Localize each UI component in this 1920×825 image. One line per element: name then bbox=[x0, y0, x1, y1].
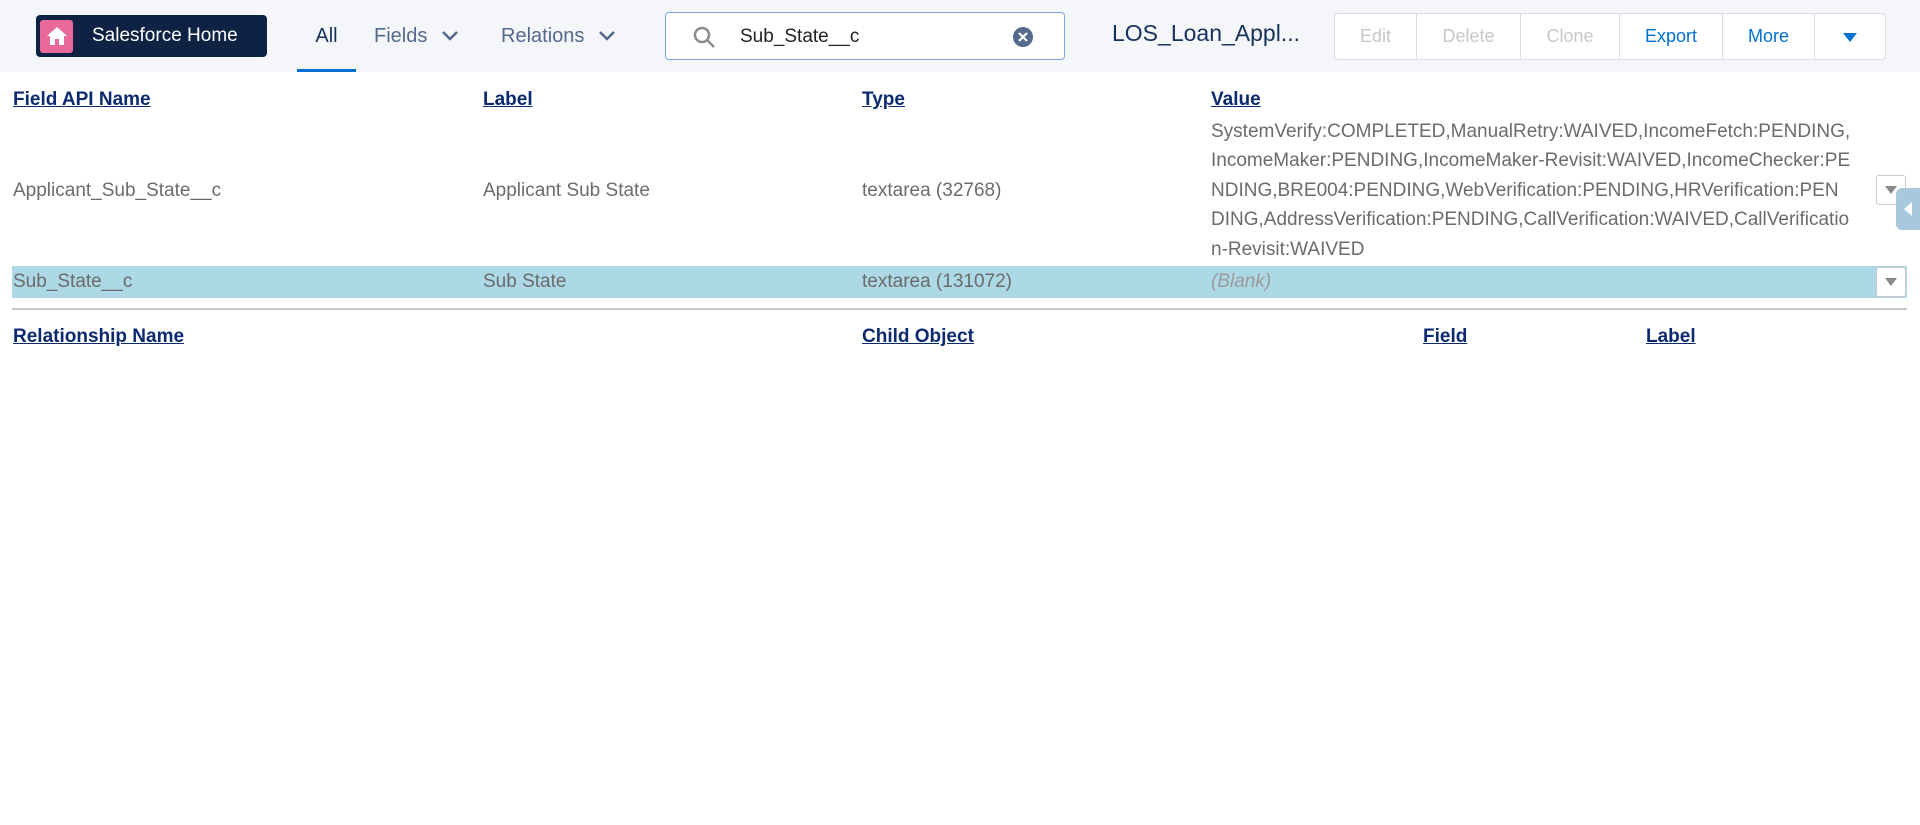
side-panel-toggle[interactable] bbox=[1896, 188, 1920, 230]
row1-api-name: Applicant_Sub_State__c bbox=[13, 180, 222, 201]
row2-dropdown-button[interactable] bbox=[1876, 267, 1906, 297]
header-field-api-name[interactable]: Field API Name bbox=[13, 89, 151, 111]
row2-api-name: Sub_State__c bbox=[13, 271, 133, 292]
row2-label: Sub State bbox=[483, 271, 567, 292]
header-child-object[interactable]: Child Object bbox=[862, 326, 974, 348]
clone-button[interactable]: Clone bbox=[1521, 14, 1620, 59]
more-button[interactable]: More bbox=[1723, 14, 1815, 59]
clear-search-icon[interactable] bbox=[1012, 26, 1034, 53]
chevron-down-icon[interactable] bbox=[441, 30, 459, 42]
more-actions-dropdown[interactable] bbox=[1815, 14, 1885, 59]
header-relationship-name[interactable]: Relationship Name bbox=[13, 326, 184, 348]
export-button[interactable]: Export bbox=[1620, 14, 1723, 59]
action-button-group: Edit Delete Clone Export More bbox=[1334, 13, 1886, 60]
row1-value: SystemVerify:COMPLETED,ManualRetry:WAIVE… bbox=[1211, 121, 1851, 260]
search-icon bbox=[692, 25, 716, 54]
delete-button[interactable]: Delete bbox=[1417, 14, 1521, 59]
loading-spinner-icon bbox=[0, 0, 26, 26]
tab-fields[interactable]: Fields bbox=[374, 0, 459, 72]
search-input[interactable] bbox=[738, 23, 1012, 51]
home-button-label: Salesforce Home bbox=[92, 25, 238, 46]
tab-relations-label: Relations bbox=[501, 24, 585, 47]
header-value[interactable]: Value bbox=[1211, 89, 1261, 111]
row2-type: textarea (131072) bbox=[862, 271, 1012, 292]
row1-type: textarea (32768) bbox=[862, 180, 1002, 201]
header-label[interactable]: Label bbox=[483, 89, 533, 111]
section-divider bbox=[12, 308, 1907, 310]
top-bar: Salesforce Home All Fields Relations Sub… bbox=[0, 0, 1920, 72]
row2-value-blank[interactable]: (Blank) bbox=[1211, 271, 1271, 293]
caret-down-icon bbox=[1843, 32, 1857, 42]
object-title: LOS_Loan_Appl... bbox=[1112, 20, 1300, 46]
tab-relations[interactable]: Relations bbox=[501, 0, 616, 72]
header-type[interactable]: Type bbox=[862, 89, 905, 111]
chevron-left-icon bbox=[1904, 202, 1912, 216]
edit-button[interactable]: Edit bbox=[1335, 14, 1417, 59]
tab-all-label: All bbox=[315, 24, 338, 47]
salesforce-home-button[interactable]: Salesforce Home bbox=[36, 15, 267, 57]
header-field[interactable]: Field bbox=[1423, 326, 1467, 348]
row1-label: Applicant Sub State bbox=[483, 180, 650, 201]
search-box bbox=[665, 12, 1065, 60]
chevron-down-icon[interactable] bbox=[598, 30, 616, 42]
tab-fields-label: Fields bbox=[374, 24, 428, 47]
header-relation-label[interactable]: Label bbox=[1646, 326, 1696, 348]
tab-all[interactable]: All bbox=[297, 0, 356, 72]
caret-down-icon bbox=[1885, 278, 1897, 286]
home-icon bbox=[40, 19, 73, 53]
active-tab-underline bbox=[297, 69, 356, 72]
